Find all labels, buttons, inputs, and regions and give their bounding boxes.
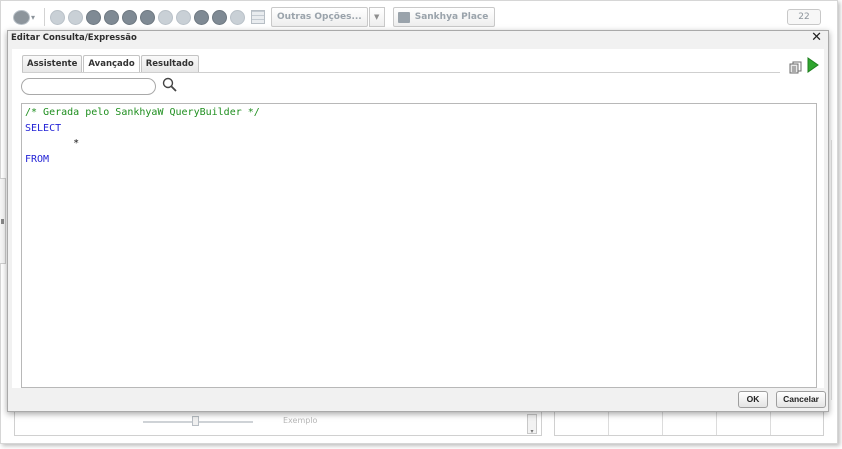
more-options-dropdown[interactable]: Outras Opções... — [271, 7, 368, 27]
settings-icon[interactable] — [230, 9, 246, 25]
tab-avancado[interactable]: Avançado — [83, 55, 140, 73]
attach-icon[interactable] — [212, 9, 228, 25]
confirm-icon[interactable] — [158, 9, 174, 25]
cancel-icon[interactable] — [176, 9, 192, 25]
sankhya-place-button[interactable]: Sankhya Place — [392, 7, 496, 27]
menu-icon[interactable] — [13, 9, 30, 25]
toolbar-separator — [44, 8, 46, 26]
refresh-icon[interactable] — [140, 9, 156, 25]
grid-view-icon[interactable] — [251, 10, 266, 24]
tab-bar: Assistente Avançado Resultado — [22, 55, 200, 73]
panel-divider — [831, 140, 832, 400]
sql-editor[interactable]: /* Gerada pelo SankhyaW QueryBuilder */ … — [21, 103, 817, 388]
previous-record-icon[interactable] — [68, 9, 84, 25]
clone-icon[interactable] — [194, 9, 210, 25]
sankhya-place-label: Sankhya Place — [414, 12, 489, 22]
delete-icon[interactable] — [122, 9, 138, 25]
place-icon — [397, 11, 410, 23]
code-line-columns: * — [25, 138, 80, 149]
code-line-from: FROM — [25, 153, 50, 165]
main-toolbar: ▾ Outras Opções... ▼ Sankhya Place — [1, 1, 837, 33]
dialog-title: Editar Consulta/Expressão — [11, 33, 137, 43]
example-text: Exemplo — [283, 416, 318, 425]
more-options-chevron-icon[interactable]: ▼ — [368, 7, 385, 27]
play-icon[interactable] — [807, 57, 819, 73]
copy-icon[interactable] — [789, 59, 802, 74]
edit-icon[interactable] — [104, 9, 120, 25]
scrollbar[interactable]: ▾ — [527, 414, 537, 435]
cancel-button[interactable]: Cancelar — [776, 391, 826, 408]
background-form-panel: Exemplo ▾ — [14, 410, 542, 436]
dialog-body: Assistente Avançado Resultado /* Gerada … — [12, 49, 824, 388]
first-record-icon[interactable] — [50, 9, 66, 25]
background-grid-panel — [554, 410, 824, 436]
tab-resultado[interactable]: Resultado — [140, 55, 199, 72]
add-icon[interactable] — [86, 9, 102, 25]
tab-underline — [22, 72, 780, 73]
dialog-header: Editar Consulta/Expressão ✕ — [8, 30, 828, 47]
chevron-down-icon[interactable]: ▾ — [31, 13, 35, 22]
code-line-comment: /* Gerada pelo SankhyaW QueryBuilder */ — [25, 107, 260, 118]
collapse-handle[interactable] — [0, 178, 6, 264]
close-icon[interactable]: ✕ — [811, 30, 822, 45]
slider-thumb[interactable] — [192, 416, 199, 426]
dialog-footer: OK Cancelar — [8, 390, 828, 412]
edit-query-dialog: Editar Consulta/Expressão ✕ Assistente A… — [7, 30, 829, 412]
search-icon[interactable] — [162, 77, 178, 94]
record-counter: 22 — [787, 9, 821, 25]
tab-assistente[interactable]: Assistente — [22, 55, 83, 72]
code-line-select: SELECT — [25, 122, 62, 134]
search-input[interactable] — [21, 78, 156, 95]
ok-button[interactable]: OK — [738, 391, 768, 408]
